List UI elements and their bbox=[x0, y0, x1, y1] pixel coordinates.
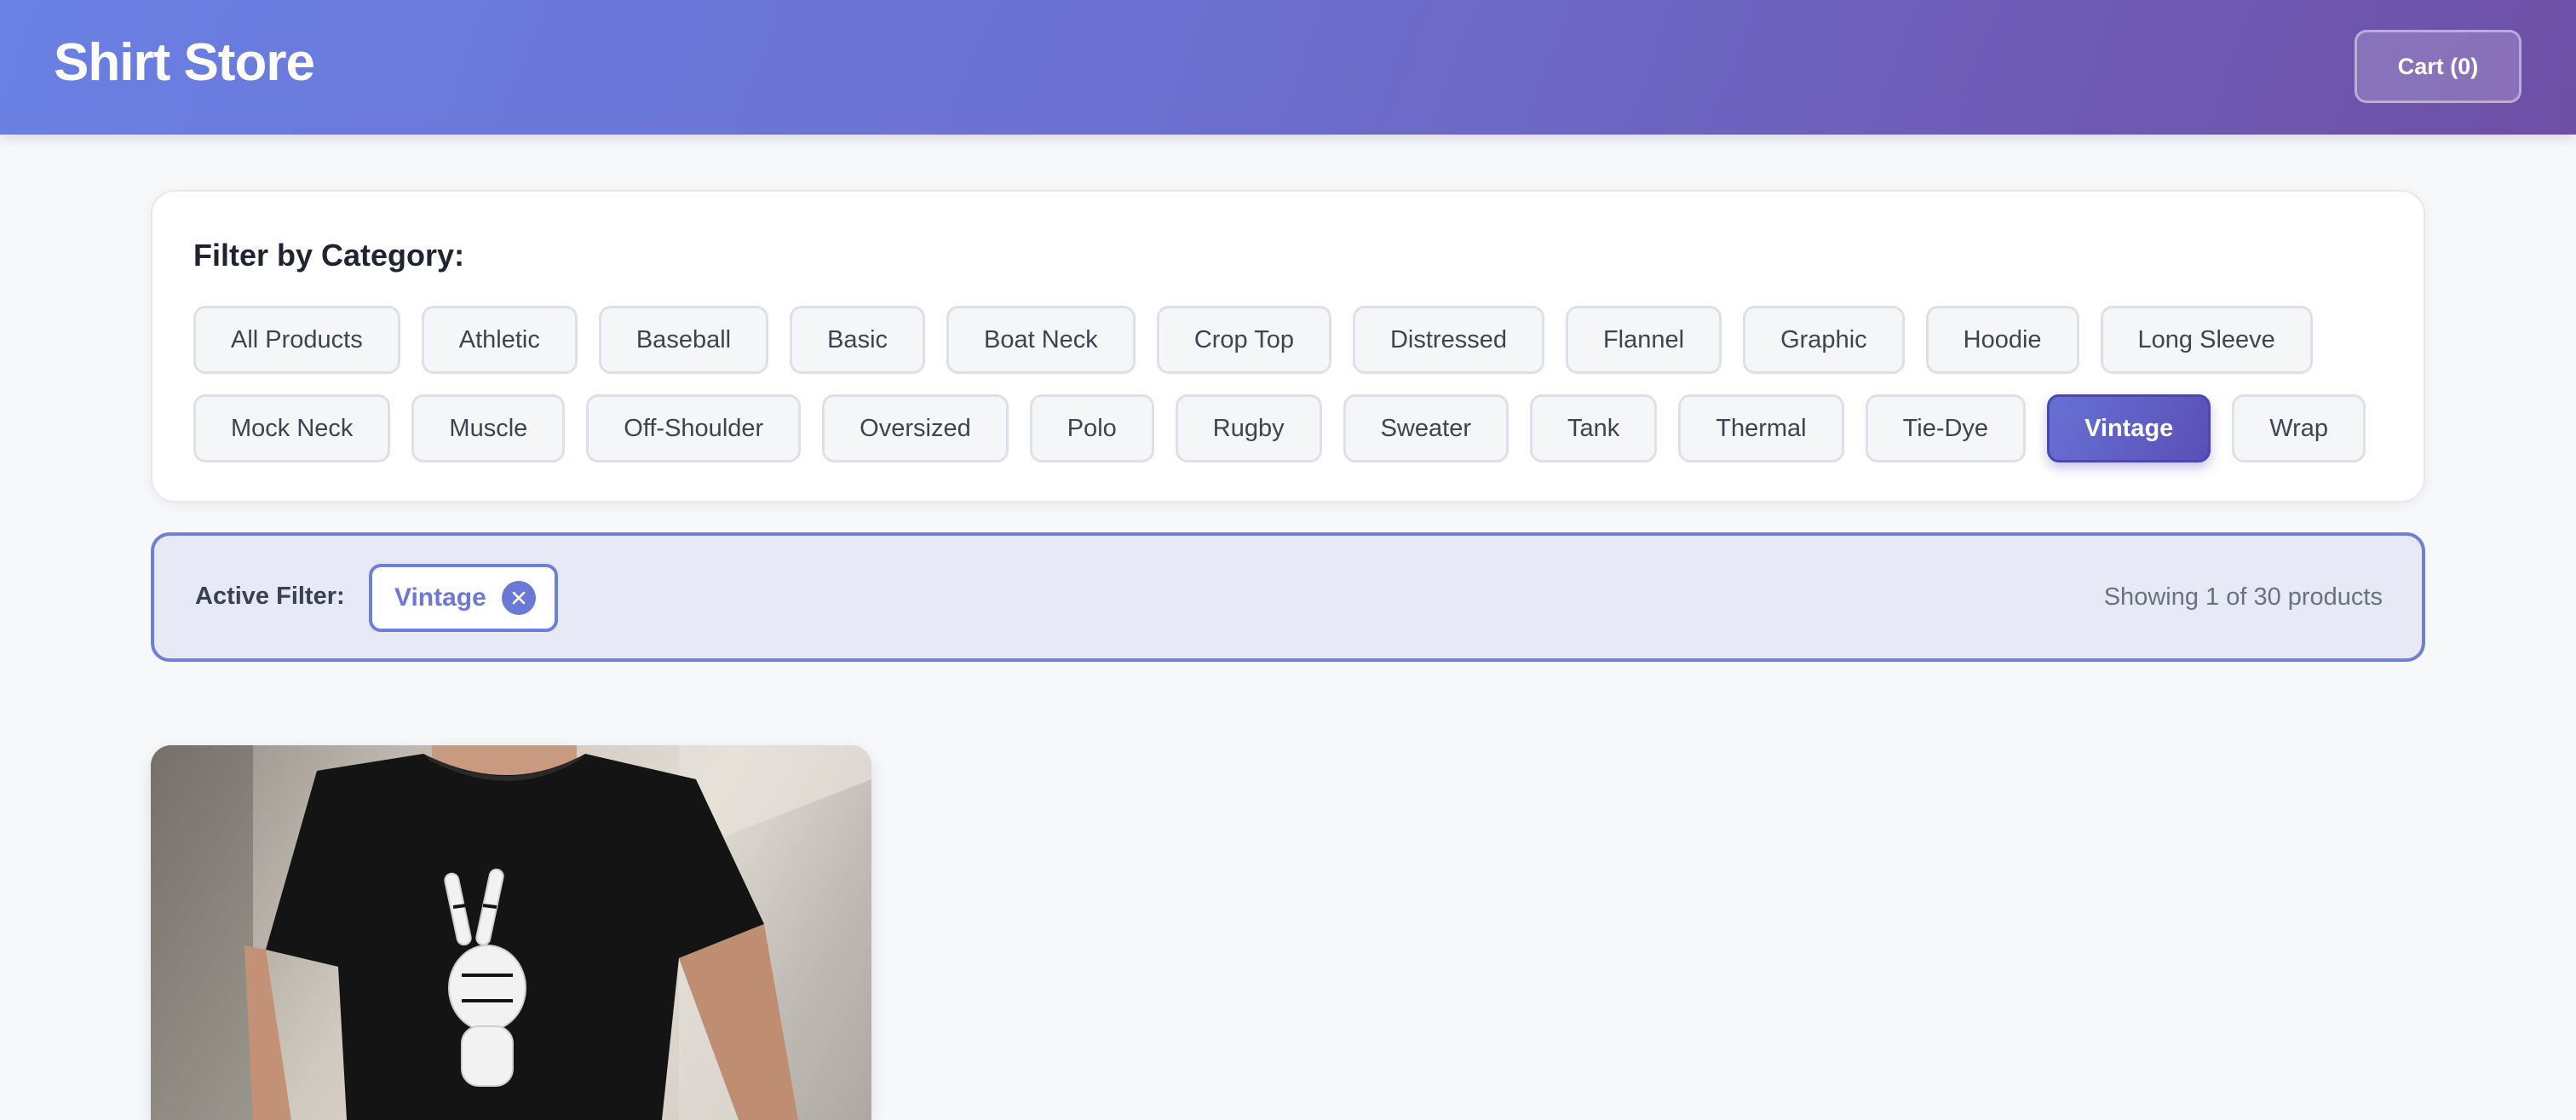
store-logo-title[interactable]: Shirt Store bbox=[54, 32, 315, 93]
category-chip-distressed[interactable]: Distressed bbox=[1352, 306, 1544, 374]
category-chip-boat-neck[interactable]: Boat Neck bbox=[946, 306, 1136, 374]
category-chip-sweater[interactable]: Sweater bbox=[1343, 394, 1509, 462]
category-chip-long-sleeve[interactable]: Long Sleeve bbox=[2100, 306, 2313, 374]
category-chip-vintage[interactable]: Vintage bbox=[2047, 394, 2211, 462]
product-image bbox=[151, 745, 871, 1120]
results-count: Showing 1 of 30 products bbox=[2103, 583, 2383, 611]
category-chip-flannel[interactable]: Flannel bbox=[1565, 306, 1722, 374]
category-chip-row: All Products Athletic Baseball Basic Boa… bbox=[193, 306, 2313, 374]
active-filter-tag[interactable]: Vintage bbox=[369, 564, 558, 632]
category-chip-thermal[interactable]: Thermal bbox=[1678, 394, 1844, 462]
category-chip-athletic[interactable]: Athletic bbox=[421, 306, 578, 374]
category-chip-polo[interactable]: Polo bbox=[1029, 394, 1154, 462]
category-chip-muscle[interactable]: Muscle bbox=[411, 394, 566, 462]
category-chip-rugby[interactable]: Rugby bbox=[1175, 394, 1322, 462]
category-chip-oversized[interactable]: Oversized bbox=[822, 394, 1009, 462]
category-chip-basic[interactable]: Basic bbox=[790, 306, 926, 374]
category-chip-row: Mock Neck Muscle Off-Shoulder Oversized … bbox=[193, 394, 2366, 462]
category-chip-baseball[interactable]: Baseball bbox=[598, 306, 769, 374]
category-chip-all-products[interactable]: All Products bbox=[193, 306, 400, 374]
close-icon[interactable] bbox=[501, 581, 536, 615]
filter-title: Filter by Category: bbox=[193, 238, 465, 273]
category-chip-mock-neck[interactable]: Mock Neck bbox=[193, 394, 391, 462]
category-chip-tie-dye[interactable]: Tie-Dye bbox=[1865, 394, 2027, 462]
active-filter-value: Vintage bbox=[394, 583, 486, 612]
category-chip-crop-top[interactable]: Crop Top bbox=[1156, 306, 1331, 374]
category-chip-graphic[interactable]: Graphic bbox=[1743, 306, 1905, 374]
category-chip-hoodie[interactable]: Hoodie bbox=[1925, 306, 2079, 374]
category-chip-tank[interactable]: Tank bbox=[1529, 394, 1658, 462]
active-filter-bar: Active Filter: Vintage Showing 1 of 30 p… bbox=[151, 532, 2425, 662]
category-chip-wrap[interactable]: Wrap bbox=[2232, 394, 2366, 462]
active-filter-label: Active Filter: bbox=[195, 583, 345, 610]
site-header: Shirt Store Cart (0) bbox=[0, 0, 2576, 135]
category-chip-off-shoulder[interactable]: Off-Shoulder bbox=[586, 394, 802, 462]
category-filter-panel: Filter by Category: All Products Athleti… bbox=[151, 190, 2425, 503]
cart-button[interactable]: Cart (0) bbox=[2355, 30, 2521, 103]
product-card[interactable] bbox=[151, 745, 871, 1120]
